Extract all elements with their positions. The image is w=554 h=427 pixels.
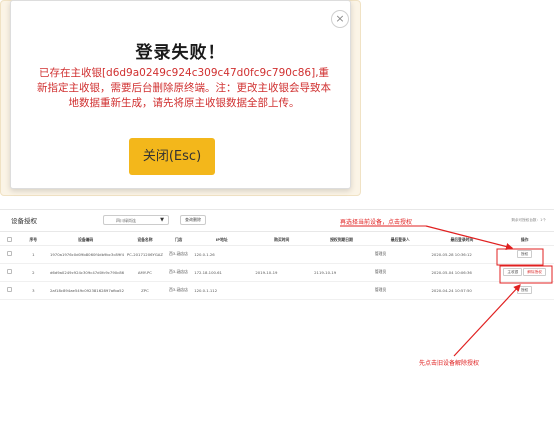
cell-user: 管理员: [371, 245, 429, 264]
cell-time: 2020-05-28 10:36:12: [428, 245, 496, 264]
close-icon[interactable]: ×: [331, 10, 349, 28]
store-select[interactable]: 四川绿尚连 ▼: [103, 215, 169, 225]
panel-header: 设备授权 四川绿尚连 ▼ 查询删除 剩余可授权台数：1个: [0, 210, 554, 232]
device-table: 序号 设备编码 设备名称 门店 IP地址 购买时间 授权到期日期 最后登录人 最…: [0, 235, 554, 300]
table-row[interactable]: 1 1970a1976c0d09b8060f4db9bc3c89f4 PC-20…: [0, 245, 554, 264]
cell-expire: [311, 281, 372, 300]
col-header: 设备名称: [124, 235, 166, 246]
device-auth-panel: 设备授权 四川绿尚连 ▼ 查询删除 剩余可授权台数：1个 序号 设备编码 设备名…: [0, 209, 554, 427]
table-row[interactable]: 3 2af18c894ae549c09238162897afba52 ZPC 西…: [0, 281, 554, 300]
cell-store: 西3-涵店店: [165, 263, 192, 282]
dialog-title: 登录失败！: [135, 43, 226, 63]
cell-ops: 授权: [495, 245, 554, 264]
cell-code: d6d9a0249c924c309c47d0fc9c790c86: [46, 263, 125, 282]
col-header: IP地址: [191, 235, 253, 246]
store-select-value: 四川绿尚连: [116, 218, 136, 223]
cell-expire: 2119-10-19: [311, 263, 372, 282]
cell-ip: 172.18.100.61: [191, 263, 253, 282]
cell-user: 管理员: [371, 263, 429, 282]
cell-code: 1970a1976c0d09b8060f4db9bc3c89f4: [46, 245, 125, 264]
panel-title: 设备授权: [11, 217, 37, 225]
col-header: 授权到期日期: [311, 235, 372, 246]
authorize-button[interactable]: 授权: [517, 250, 533, 258]
col-header: 最后登录人: [371, 235, 429, 246]
cell-store: 西3-涵店店: [165, 245, 192, 264]
col-header: 序号: [19, 235, 47, 246]
cell-buy: [252, 245, 312, 264]
cell-ops: 授权: [495, 281, 554, 300]
annotation-top-text: 再选择当前设备，点击授权: [340, 219, 413, 226]
cell-name: ZPC: [124, 281, 166, 300]
table-row[interactable]: 2 d6d9a0249c924c309c47d0fc9c790c86 AMY-P…: [0, 263, 554, 282]
cell-name: AMY-PC: [124, 263, 166, 282]
revoke-auth-button[interactable]: 解除授权: [523, 268, 546, 276]
cell-ops: 主收银 解除授权: [495, 263, 554, 282]
remaining-auth-count: 剩余可授权台数：1个: [511, 218, 546, 222]
cell-seq: 1: [19, 245, 47, 264]
col-checkbox[interactable]: [0, 235, 20, 246]
cell-name: PC-20171206YGAZ: [124, 245, 166, 264]
cell-code: 2af18c894ae549c09238162897afba52: [46, 281, 125, 300]
close-dialog-button[interactable]: 关闭(Esc): [129, 138, 215, 175]
cell-user: 管理员: [371, 281, 429, 300]
col-header: 最后登录时间: [428, 235, 496, 246]
cell-buy: [252, 281, 312, 300]
query-delete-button[interactable]: 查询删除: [180, 215, 206, 225]
chevron-down-icon: ▼: [160, 217, 164, 223]
table-header-row: 序号 设备编码 设备名称 门店 IP地址 购买时间 授权到期日期 最后登录人 最…: [0, 235, 554, 246]
col-header: 设备编码: [46, 235, 125, 246]
col-header: 操作: [495, 235, 554, 246]
col-header: 门店: [165, 235, 192, 246]
cell-seq: 3: [19, 281, 47, 300]
cell-ip: 120.0.1.26: [191, 245, 253, 264]
cell-ip: 120.0.1.112: [191, 281, 253, 300]
row-checkbox[interactable]: [0, 245, 20, 264]
annotation-bottom-text: 先点击旧设备解除授权: [419, 360, 480, 367]
cell-buy: 2019-10-19: [252, 263, 312, 282]
cell-store: 西3-涵店店: [165, 281, 192, 300]
login-failed-dialog: × 登录失败！ 已存在主收银[d6d9a0249c924c309c47d0fc9…: [10, 0, 351, 189]
cell-seq: 2: [19, 263, 47, 282]
dialog-message: 已存在主收银[d6d9a0249c924c309c47d0fc9c790c86]…: [37, 67, 331, 109]
row-checkbox[interactable]: [0, 281, 20, 300]
main-cashier-button[interactable]: 主收银: [503, 268, 523, 276]
col-header: 购买时间: [252, 235, 312, 246]
cell-time: 2020-05-04 10:06:36: [428, 263, 496, 282]
cell-time: 2020-04-24 10:57:50: [428, 281, 496, 300]
cell-expire: [311, 245, 372, 264]
authorize-button[interactable]: 授权: [517, 286, 533, 294]
row-checkbox[interactable]: [0, 263, 20, 282]
